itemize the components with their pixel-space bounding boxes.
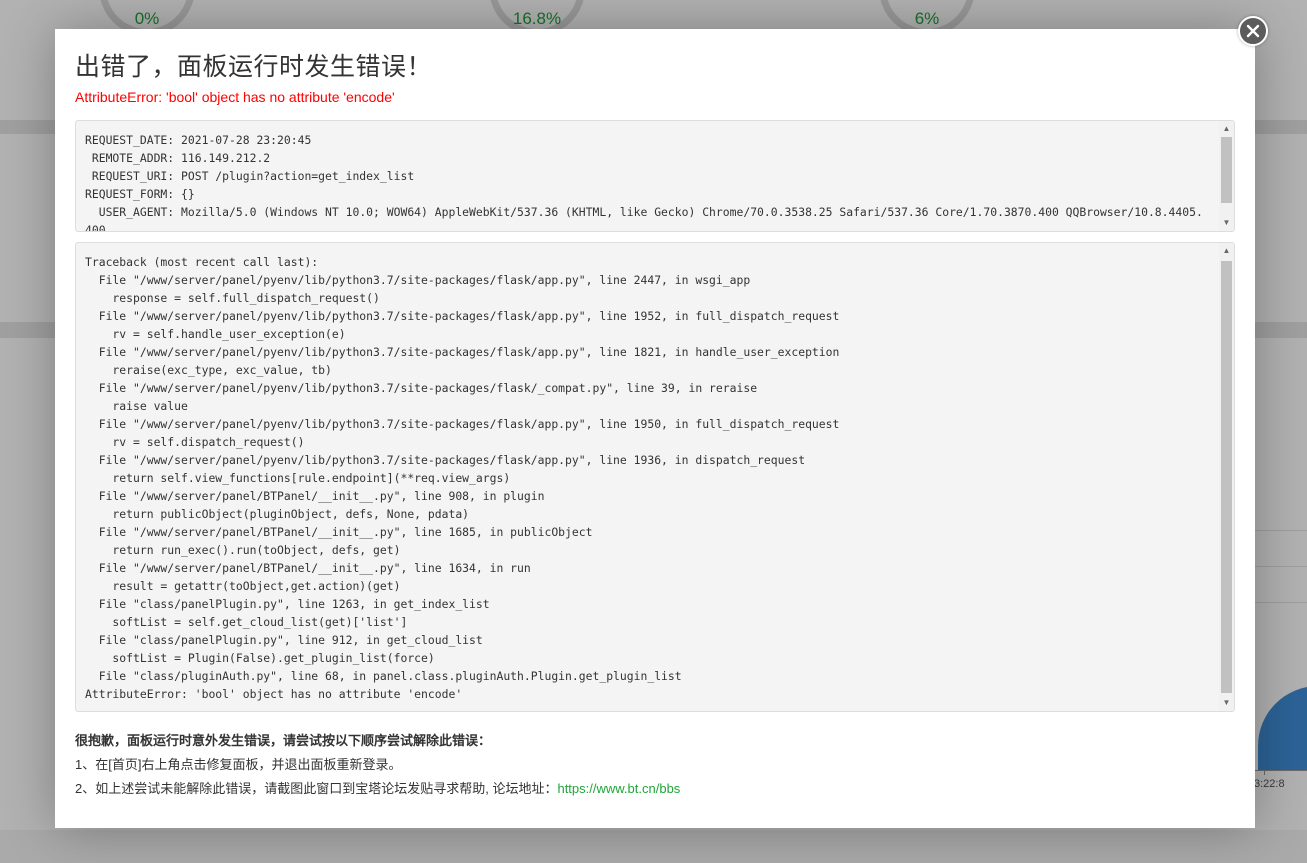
- help-step-1: 1、在[首页]右上角点击修复面板，并退出面板重新登录。: [75, 757, 402, 772]
- dialog-title: 出错了，面板运行时发生错误！: [75, 53, 433, 81]
- scroll-down-arrow-icon[interactable]: ▼: [1219, 696, 1234, 710]
- help-section: 很抱歉，面板运行时意外发生错误，请尝试按以下顺序尝试解除此错误： 1、在[首页]…: [75, 729, 680, 801]
- scroll-thumb[interactable]: [1221, 137, 1232, 203]
- traceback-scrollbar[interactable]: ▲ ▼: [1219, 243, 1234, 711]
- traceback-text: Traceback (most recent call last): File …: [85, 255, 840, 701]
- scroll-up-arrow-icon[interactable]: ▲: [1219, 122, 1234, 136]
- close-icon: [1246, 24, 1260, 38]
- request-info-scrollbar[interactable]: ▲ ▼: [1219, 121, 1234, 231]
- request-info-box[interactable]: REQUEST_DATE: 2021-07-28 23:20:45 REMOTE…: [75, 120, 1235, 232]
- forum-link[interactable]: https://www.bt.cn/bbs: [557, 781, 680, 796]
- help-title: 很抱歉，面板运行时意外发生错误，请尝试按以下顺序尝试解除此错误：: [75, 733, 492, 748]
- scroll-up-arrow-icon[interactable]: ▲: [1219, 244, 1234, 258]
- help-step-2-text: 2、如上述尝试未能解除此错误，请截图此窗口到宝塔论坛发贴寻求帮助, 论坛地址：: [75, 781, 558, 796]
- scroll-down-arrow-icon[interactable]: ▼: [1219, 216, 1234, 230]
- error-message: AttributeError: 'bool' object has no att…: [75, 89, 395, 105]
- error-dialog: 出错了，面板运行时发生错误！ AttributeError: 'bool' ob…: [55, 29, 1255, 828]
- help-step-2: 2、如上述尝试未能解除此错误，请截图此窗口到宝塔论坛发贴寻求帮助, 论坛地址：h…: [75, 777, 680, 801]
- traceback-box[interactable]: Traceback (most recent call last): File …: [75, 242, 1235, 712]
- scroll-thumb[interactable]: [1221, 261, 1232, 693]
- request-info-text: REQUEST_DATE: 2021-07-28 23:20:45 REMOTE…: [85, 133, 1203, 231]
- close-button[interactable]: [1238, 16, 1268, 46]
